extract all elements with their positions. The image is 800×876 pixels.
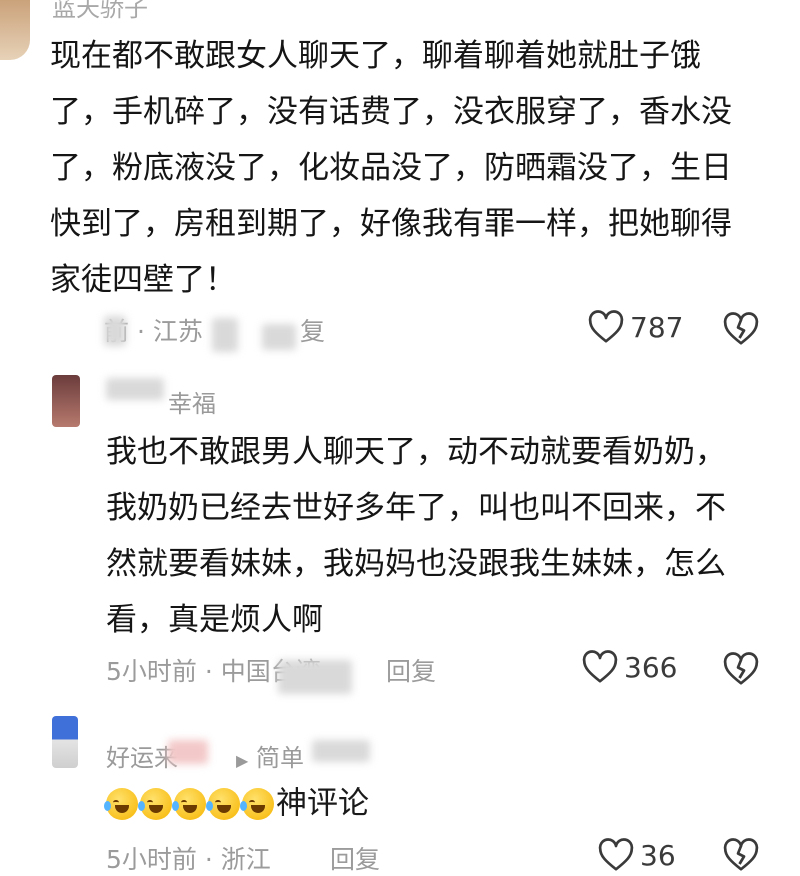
timestamp: 5小时前 [106,845,197,874]
like-count: 787 [630,310,684,344]
broken-heart-icon[interactable] [723,312,759,346]
redaction [168,740,208,764]
like-count: 366 [624,650,678,684]
reply-button[interactable]: 回复 [386,652,436,688]
redaction [262,324,296,350]
comment-text: 我也不敢跟男人聊天了，动不动就要看奶奶，我奶奶已经去世好多年了，叫也叫不回来，不… [106,434,726,638]
redaction [312,740,370,762]
username[interactable]: 幸福 [168,384,216,419]
comment-text: 神评论 [104,782,369,824]
comment-time: 5小时前 · 浙江 [106,840,271,876]
timestamp: 5小时前 [106,657,197,686]
redaction [278,660,352,694]
caret-right-icon: ▶ [236,751,249,770]
heart-icon [588,310,624,343]
avatar[interactable] [52,716,78,768]
like-button[interactable]: 36 [598,838,676,872]
reply-button[interactable]: 回复 [330,840,380,876]
avatar[interactable] [52,375,80,427]
redaction [104,316,126,346]
like-count: 36 [640,838,676,872]
comment-text: 现在都不敢跟女人聊天了，聊着聊着她就肚子饿了，手机碎了，没有话费了，没衣服穿了，… [50,38,732,298]
heart-icon [598,838,634,871]
redaction [212,318,238,352]
username[interactable]: 蓝天骄子 [52,0,148,23]
broken-heart-icon[interactable] [723,652,759,686]
laughing-crying-emoji-icon [172,787,206,820]
reply-button[interactable]: 复 [300,312,325,348]
like-button[interactable]: 787 [588,310,683,344]
broken-heart-icon[interactable] [723,838,759,872]
location: · 江苏 [136,317,203,346]
heart-icon [582,650,618,683]
like-button[interactable]: 366 [582,650,677,684]
location: · 浙江 [204,845,271,874]
avatar[interactable] [0,0,30,60]
reply-to: ▶ 简单 [236,744,304,772]
laughing-crying-emoji-icon [240,787,274,820]
laughing-crying-emoji-icon [138,787,172,820]
laughing-crying-emoji-icon [104,787,138,820]
redaction [106,378,164,400]
laughing-crying-emoji-icon [206,787,240,820]
